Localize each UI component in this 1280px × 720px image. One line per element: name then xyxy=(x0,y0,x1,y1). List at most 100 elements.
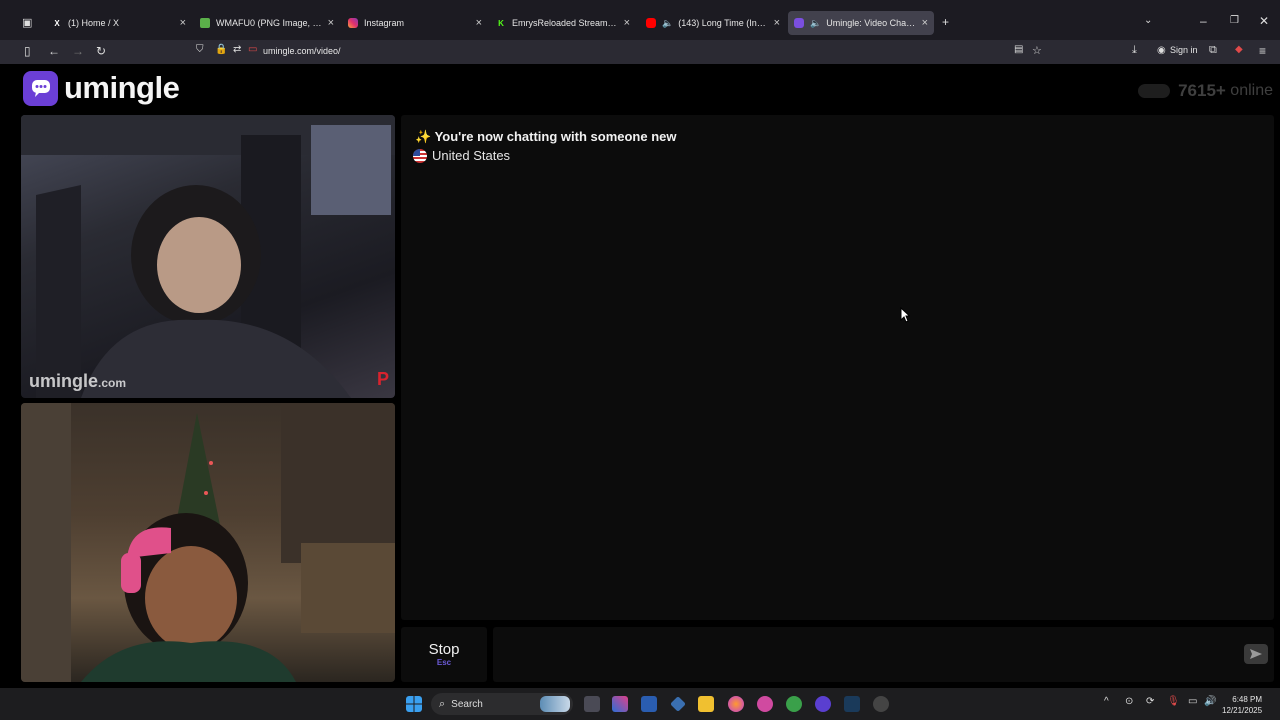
tab-label: (1) Home / X xyxy=(68,18,120,28)
download-icon[interactable]: ⤓ xyxy=(1132,44,1137,57)
tab-list-icon[interactable]: ▣ xyxy=(22,16,32,29)
brand-name: umingle xyxy=(64,70,180,105)
shield-icon[interactable]: ⛉ xyxy=(196,44,204,55)
send-icon xyxy=(1250,649,1262,659)
self-video xyxy=(21,403,395,682)
speaker-icon[interactable]: 🔈 xyxy=(810,18,821,29)
app-icon[interactable] xyxy=(670,696,686,712)
new-tab-icon[interactable]: + xyxy=(942,15,949,29)
chat-panel: ✨ You're now chatting with someone new U… xyxy=(401,115,1274,620)
taskbar-search-label: Search xyxy=(451,698,483,710)
online-count: 7615+ xyxy=(1178,81,1226,100)
report-flag-icon[interactable]: P xyxy=(377,369,389,390)
obs-app-icon[interactable] xyxy=(815,696,831,712)
store-icon[interactable] xyxy=(641,696,657,712)
account-icon[interactable]: ◉ xyxy=(1157,45,1166,56)
restore-icon[interactable]: ❐ xyxy=(1230,15,1239,26)
file-explorer-icon[interactable] xyxy=(698,696,714,712)
close-icon[interactable]: × xyxy=(180,17,186,29)
close-icon[interactable]: × xyxy=(774,17,780,29)
online-counter: 7615+ online xyxy=(1138,81,1273,101)
tab-label: WMAFU0 (PNG Image, 873 × 1 xyxy=(216,18,322,28)
instagram-icon xyxy=(348,18,358,28)
window-close-icon[interactable]: ✕ xyxy=(1259,14,1269,28)
copilot-icon[interactable] xyxy=(612,696,628,712)
close-icon[interactable]: × xyxy=(624,17,630,29)
system-clock[interactable]: 6:48 PM 12/21/2025 xyxy=(1222,694,1262,716)
umingle-page: umingle 7615+ online umingle.com P ✨ You… xyxy=(15,64,1280,688)
microphone-icon[interactable]: 🎙 xyxy=(1167,696,1180,707)
tab-youtube[interactable]: 🔈 (143) Long Time (Intro) - Yo × xyxy=(640,11,786,35)
bookmark-star-icon[interactable]: ☆ xyxy=(1032,44,1042,57)
message-input[interactable] xyxy=(493,627,1274,682)
tray-sync-icon[interactable]: ⟳ xyxy=(1146,696,1154,707)
online-label: online xyxy=(1230,82,1273,99)
extension-badge-icon[interactable]: ◆ xyxy=(1235,44,1243,55)
stranger-country: United States xyxy=(413,148,510,163)
stop-button-label: Stop xyxy=(428,641,460,658)
stop-button-shortcut: Esc xyxy=(436,658,452,667)
umingle-logo[interactable]: umingle xyxy=(23,70,180,106)
chat-bubble-icon xyxy=(23,70,58,106)
tab-png-image[interactable]: WMAFU0 (PNG Image, 873 × 1 × xyxy=(194,11,340,35)
obs-studio-icon[interactable] xyxy=(873,696,889,712)
mouse-cursor-icon xyxy=(900,307,910,323)
browser-nav-bar: ▯ ← → ↻ ⛉ 🔒 ⇄ ▭ umingle.com/video/ ▤ ☆ ⤓… xyxy=(0,40,1280,64)
youtube-icon xyxy=(646,18,656,28)
tab-label: Umingle: Video Chat with S xyxy=(826,18,915,28)
search-highlight-icon xyxy=(540,696,570,712)
reload-icon[interactable]: ↻ xyxy=(96,44,106,58)
windows-taskbar: ⌕ Search ^ ⊙ ⟳ 🎙 ▭ 🔊 6:48 PM 12/21/2025 xyxy=(0,688,1280,720)
umingle-icon xyxy=(794,18,804,28)
tab-label: EmrysReloaded Stream - Watch xyxy=(512,18,618,28)
clock-time: 6:48 PM xyxy=(1232,695,1263,704)
permissions-icon[interactable]: ⇄ xyxy=(233,44,241,55)
steam-icon[interactable] xyxy=(844,696,860,712)
camera-icon[interactable]: ▭ xyxy=(248,44,257,55)
us-flag-icon xyxy=(413,148,427,163)
minimize-icon[interactable]: – xyxy=(1200,14,1207,28)
theme-toggle[interactable] xyxy=(1138,84,1171,98)
tab-x-home[interactable]: X (1) Home / X × xyxy=(46,11,192,35)
stranger-video: umingle.com P xyxy=(21,115,395,398)
kick-icon: K xyxy=(498,18,504,28)
reader-view-icon[interactable]: ▤ xyxy=(1014,44,1023,55)
tab-umingle[interactable]: 🔈 Umingle: Video Chat with S × xyxy=(788,11,934,35)
forward-icon[interactable]: → xyxy=(72,44,84,58)
country-name: United States xyxy=(432,148,511,163)
close-icon[interactable]: × xyxy=(328,17,334,29)
monitor-icon[interactable]: ▭ xyxy=(1188,696,1197,707)
itunes-icon[interactable] xyxy=(757,696,773,712)
self-video-frame xyxy=(21,403,395,682)
send-button[interactable] xyxy=(1244,644,1268,664)
url-bar[interactable]: umingle.com/video/ xyxy=(263,46,341,56)
task-view-icon[interactable] xyxy=(584,696,600,712)
sign-in-link[interactable]: Sign in xyxy=(1170,45,1198,55)
x-icon: X xyxy=(54,18,60,28)
lock-icon[interactable]: 🔒 xyxy=(215,44,227,55)
firefox-icon[interactable] xyxy=(728,696,744,712)
menu-icon[interactable]: ≡ xyxy=(1259,44,1266,58)
volume-icon[interactable]: 🔊 xyxy=(1204,696,1216,707)
stop-button[interactable]: Stop Esc xyxy=(401,627,487,682)
tab-instagram[interactable]: Instagram × xyxy=(342,11,488,35)
image-icon xyxy=(200,18,210,28)
tab-label: Instagram xyxy=(364,18,405,28)
close-icon[interactable]: × xyxy=(922,17,928,29)
chevron-down-icon[interactable]: ⌄ xyxy=(1144,15,1152,26)
tab-kick-stream[interactable]: K EmrysReloaded Stream - Watch × xyxy=(490,11,636,35)
tray-app-icon[interactable]: ⊙ xyxy=(1125,696,1133,707)
search-icon: ⌕ xyxy=(439,697,446,710)
taskbar-search[interactable]: ⌕ Search xyxy=(431,693,573,715)
back-icon[interactable]: ← xyxy=(48,44,60,58)
umingle-watermark: umingle.com xyxy=(29,371,127,391)
utorrent-icon[interactable] xyxy=(786,696,802,712)
windows-start-icon[interactable] xyxy=(406,696,422,712)
extensions-icon[interactable]: ⧉ xyxy=(1209,44,1217,57)
browser-tab-bar: ▣ X (1) Home / X × WMAFU0 (PNG Image, 87… xyxy=(0,0,1280,40)
sidebar-icon[interactable]: ▯ xyxy=(24,44,31,58)
speaker-icon[interactable]: 🔈 xyxy=(662,18,673,29)
tray-chevron-icon[interactable]: ^ xyxy=(1104,696,1109,707)
tab-label: (143) Long Time (Intro) - Yo xyxy=(678,18,768,28)
close-icon[interactable]: × xyxy=(476,17,482,29)
